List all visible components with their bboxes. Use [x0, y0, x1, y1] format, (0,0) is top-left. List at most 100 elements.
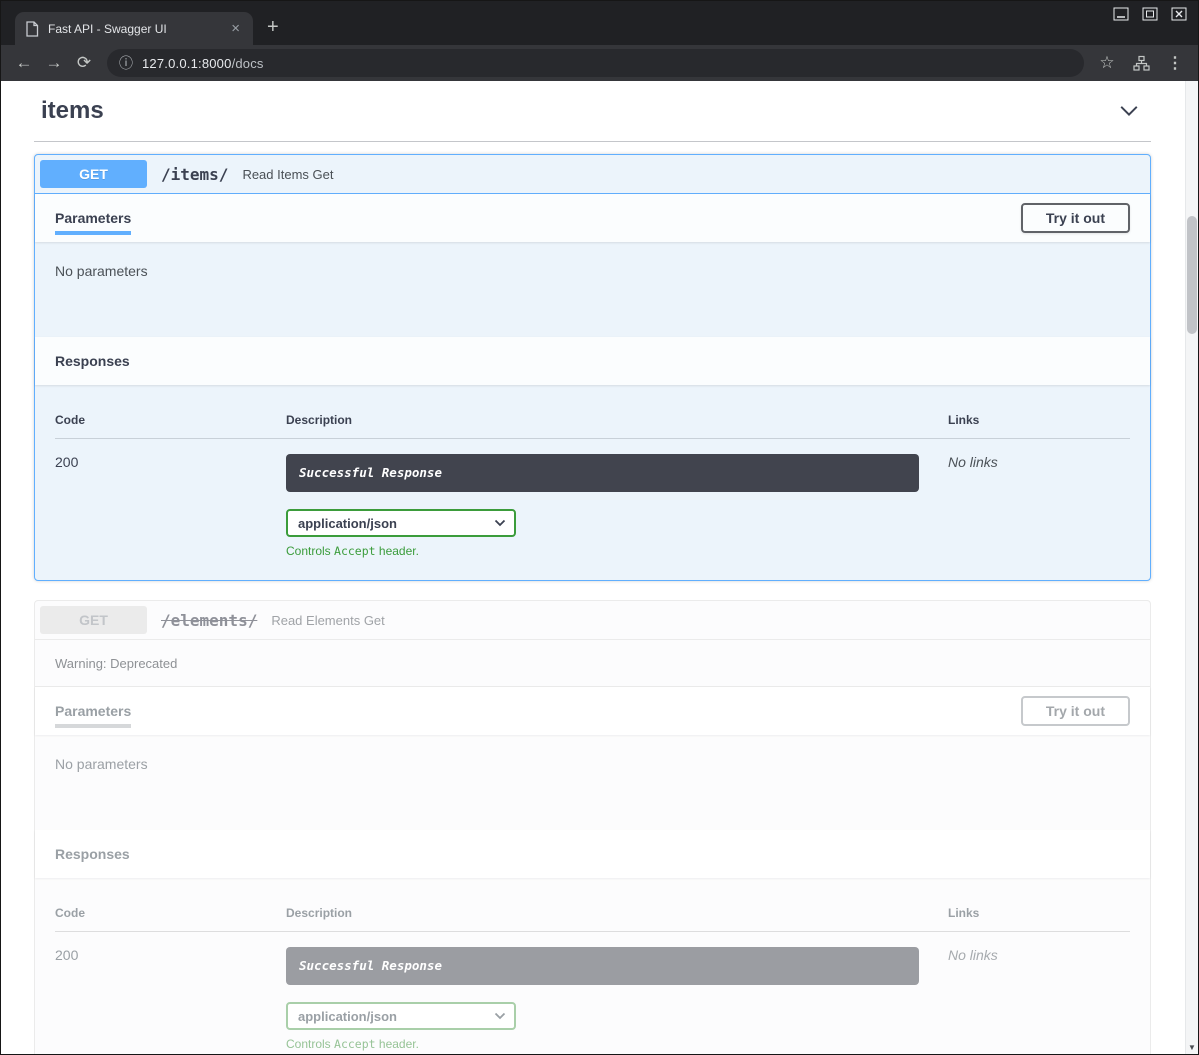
operation-body: Warning: Deprecated Parameters Try it ou…: [35, 640, 1150, 1054]
swagger-page: items GET /items/ Read Items Get Paramet…: [1, 81, 1198, 1054]
accept-note-code: Accept: [334, 1037, 376, 1051]
accept-note-prefix: Controls: [286, 1037, 334, 1051]
responses-body: Code Description Links 200 Successful Re…: [35, 878, 1150, 1054]
tab-bar: Fast API - Swagger UI × +: [1, 1, 1198, 45]
close-button[interactable]: [1170, 6, 1188, 21]
url-text: 127.0.0.1:8000/docs: [142, 56, 264, 71]
method-badge: GET: [40, 160, 147, 188]
tab-title: Fast API - Swagger UI: [48, 22, 219, 36]
deprecation-warning: Warning: Deprecated: [35, 640, 1150, 687]
responses-title: Responses: [55, 353, 130, 369]
method-badge: GET: [40, 606, 147, 634]
url-host: 127.0.0.1:8000: [142, 56, 232, 71]
parameters-header: Parameters Try it out: [35, 687, 1150, 735]
operation-path: /elements/: [161, 611, 257, 630]
accept-note-suffix: header.: [376, 544, 419, 558]
page-content: items GET /items/ Read Items Get Paramet…: [1, 81, 1198, 1054]
try-it-out-button[interactable]: Try it out: [1021, 696, 1130, 726]
maximize-button[interactable]: [1141, 6, 1159, 21]
minimize-icon: [1113, 7, 1129, 21]
operation-block-read-elements-deprecated: GET /elements/ Read Elements Get Warning…: [34, 600, 1151, 1054]
description-column-header: Description: [286, 906, 948, 920]
links-column-header: Links: [948, 906, 1130, 920]
scrollbar-thumb[interactable]: [1187, 216, 1197, 334]
url-path: /docs: [232, 56, 264, 71]
response-description-cell: Successful Response application/json Con…: [286, 947, 948, 1051]
bookmark-star-icon[interactable]: ☆: [1092, 48, 1122, 78]
response-description-text: Successful Response: [299, 958, 442, 973]
accept-note-suffix: header.: [376, 1037, 419, 1051]
parameters-body: No parameters: [35, 735, 1150, 830]
response-description-box: Successful Response: [286, 947, 919, 985]
browser-tab[interactable]: Fast API - Swagger UI ×: [15, 12, 253, 45]
accept-note-prefix: Controls: [286, 544, 334, 558]
response-row: 200 Successful Response application/json…: [55, 932, 1130, 1051]
parameters-body: No parameters: [35, 242, 1150, 337]
site-tree-glyph-icon: [1133, 55, 1150, 72]
parameters-tab: Parameters: [55, 210, 131, 226]
close-icon: [1171, 7, 1187, 21]
back-button[interactable]: ←: [9, 48, 39, 78]
tag-section-header[interactable]: items: [34, 95, 1151, 142]
code-column-header: Code: [55, 906, 286, 920]
minimize-button[interactable]: [1112, 6, 1130, 21]
no-parameters-text: No parameters: [55, 756, 1130, 772]
scrollbar-track[interactable]: ▼: [1185, 81, 1198, 1054]
code-column-header: Code: [55, 413, 286, 427]
accept-note-code: Accept: [334, 544, 376, 558]
response-description-text: Successful Response: [299, 465, 442, 480]
parameters-tab-label: Parameters: [55, 210, 131, 226]
window-controls: [1112, 6, 1188, 21]
toolbar-right-icons: ☆ ⋮: [1092, 48, 1190, 78]
responses-header: Responses: [35, 337, 1150, 385]
description-column-header: Description: [286, 413, 948, 427]
operation-block-read-items: GET /items/ Read Items Get Parameters Tr…: [34, 154, 1151, 581]
response-description-box: Successful Response: [286, 454, 919, 492]
browser-menu-button[interactable]: ⋮: [1160, 48, 1190, 78]
tag-title: items: [41, 97, 104, 125]
operation-summary[interactable]: GET /items/ Read Items Get: [35, 155, 1150, 194]
responses-table-header: Code Description Links: [55, 906, 1130, 932]
operation-summary-text: Read Elements Get: [271, 613, 384, 628]
responses-body: Code Description Links 200 Successful Re…: [35, 385, 1150, 580]
media-type-value: application/json: [298, 516, 397, 531]
links-value: No links: [948, 947, 1130, 1051]
media-type-select[interactable]: application/json: [286, 1002, 516, 1030]
operation-path: /items/: [161, 165, 228, 184]
no-parameters-text: No parameters: [55, 263, 1130, 279]
links-value: No links: [948, 454, 1130, 558]
accept-header-note: Controls Accept header.: [286, 1037, 948, 1051]
parameters-tab-label: Parameters: [55, 703, 131, 719]
chevron-down-icon[interactable]: [1117, 99, 1141, 123]
responses-title: Responses: [55, 846, 130, 862]
page-favicon-icon: [25, 21, 39, 37]
browser-window: Fast API - Swagger UI × + ← → ⟳ ⓘ 127.0.…: [0, 0, 1199, 1055]
response-code: 200: [55, 947, 286, 1051]
media-type-value: application/json: [298, 1009, 397, 1024]
forward-button[interactable]: →: [39, 48, 69, 78]
response-row: 200 Successful Response application/json…: [55, 439, 1130, 558]
site-info-icon[interactable]: ⓘ: [119, 53, 133, 73]
chevron-down-icon: [494, 1012, 506, 1020]
new-tab-button[interactable]: +: [267, 17, 279, 37]
responses-header: Responses: [35, 830, 1150, 878]
address-bar[interactable]: ⓘ 127.0.0.1:8000/docs: [107, 49, 1084, 77]
accept-header-note: Controls Accept header.: [286, 544, 948, 558]
parameters-tab: Parameters: [55, 703, 131, 719]
operation-summary[interactable]: GET /elements/ Read Elements Get: [35, 601, 1150, 640]
try-it-out-button[interactable]: Try it out: [1021, 203, 1130, 233]
scroll-down-button[interactable]: ▼: [1186, 1040, 1198, 1054]
tab-close-button[interactable]: ×: [228, 20, 243, 37]
operation-summary-text: Read Items Get: [242, 167, 333, 182]
maximize-icon: [1142, 7, 1158, 21]
responses-table-header: Code Description Links: [55, 413, 1130, 439]
chevron-down-icon: [494, 519, 506, 527]
response-code: 200: [55, 454, 286, 558]
reload-button[interactable]: ⟳: [69, 48, 99, 78]
media-type-select[interactable]: application/json: [286, 509, 516, 537]
site-tree-icon[interactable]: [1126, 48, 1156, 78]
operation-body: Parameters Try it out No parameters Resp…: [35, 194, 1150, 580]
response-description-cell: Successful Response application/json Con…: [286, 454, 948, 558]
links-column-header: Links: [948, 413, 1130, 427]
parameters-header: Parameters Try it out: [35, 194, 1150, 242]
